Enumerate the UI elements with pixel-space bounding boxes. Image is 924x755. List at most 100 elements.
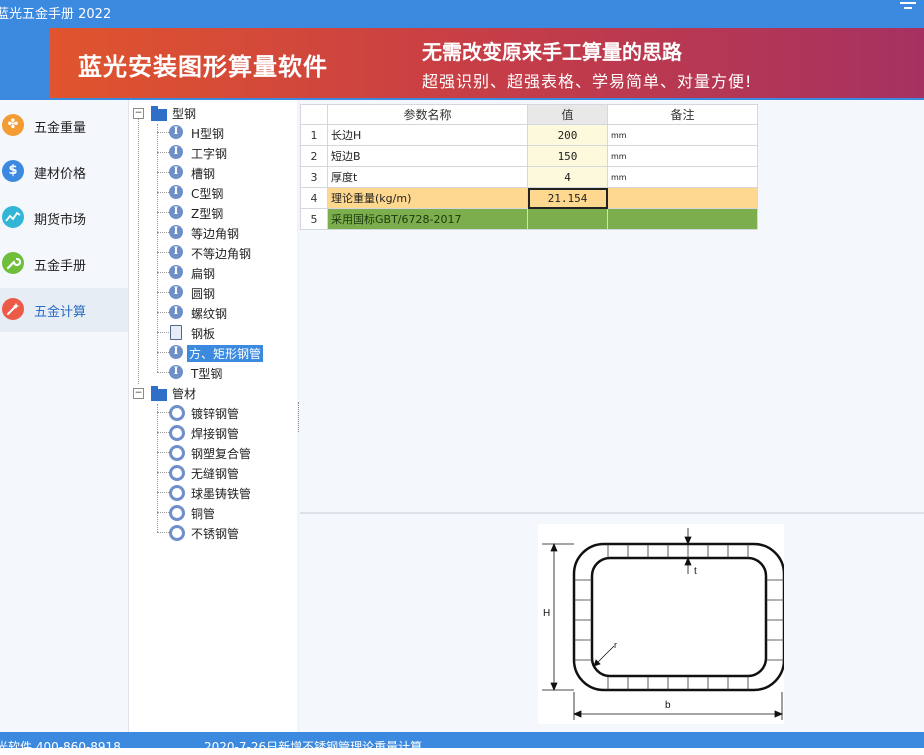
tree-item-copper-pipe[interactable]: 铜管 [189,505,217,522]
group-toggle-section-steel[interactable]: − [133,108,144,119]
clover-icon: ✤ [2,114,24,136]
param-name: 厚度t [327,166,528,188]
i-beam-icon: I [169,345,183,359]
tree-item-z-steel[interactable]: Z型钢 [189,205,225,222]
tree-item-galvanized-pipe[interactable]: 镀锌钢管 [189,405,241,422]
row-number: 5 [300,208,328,230]
pipe-ring-icon [169,505,185,521]
param-value[interactable] [527,208,608,230]
tree-group-pipes[interactable]: 管材 [170,385,198,402]
diagram-pane: H b t r [300,514,924,732]
tree-item-ductile-iron-pipe[interactable]: 球墨铸铁管 [189,485,253,502]
label-t: t [694,566,697,577]
row-number: 1 [300,124,328,146]
row-number: 2 [300,145,328,167]
tree-item-h-beam[interactable]: H型钢 [189,125,226,142]
banner-slogan: 无需改变原来手工算量的思路 [422,40,682,64]
param-value-input[interactable]: 4 [527,166,608,188]
pipe-ring-icon [169,425,185,441]
parameter-table: 参数名称 值 备注 1 长边H 200 mm 2 短边B 150 mm 3 厚度… [300,104,758,230]
pipe-ring-icon [169,525,185,541]
nav-item-hardware-manual[interactable]: 五金手册 [0,242,128,286]
i-beam-icon: I [169,285,183,299]
row-number: 4 [300,187,328,209]
table-header: 参数名称 值 备注 [300,104,758,125]
label-h: H [543,608,550,619]
i-beam-icon: I [169,185,183,199]
label-r: r [614,640,617,650]
table-row[interactable]: 2 短边B 150 mm [300,145,758,167]
col-header-value[interactable]: 值 [527,104,608,125]
tree-item-stainless-pipe[interactable]: 不锈钢管 [189,525,241,542]
table-row[interactable]: 1 长边H 200 mm [300,124,758,146]
tree-item-i-beam[interactable]: 工字钢 [189,145,229,162]
nav-label: 五金计算 [34,305,87,320]
title-bar: 蓝光五金手册 2022 [0,0,924,22]
plate-icon [170,325,182,340]
col-header-note[interactable]: 备注 [607,104,758,125]
tree-item-unequal-angle[interactable]: 不等边角钢 [189,245,253,262]
param-value-input[interactable]: 150 [527,145,608,167]
result-value-cell[interactable]: 21.154 [527,187,608,209]
parameter-grid-pane: 参数名称 值 备注 1 长边H 200 mm 2 短边B 150 mm 3 厚度… [300,100,924,512]
param-name: 采用国标GBT/6728-2017 [327,208,528,230]
tree-item-channel[interactable]: 槽钢 [189,165,217,182]
i-beam-icon: I [169,365,183,379]
param-value-input[interactable]: 200 [527,124,608,146]
banner-subtitle: 超强识别、超强表格、学易简单、对量方便! [422,72,753,91]
dollar-icon: $ [2,160,24,182]
nav-item-material-price[interactable]: $ 建材价格 [0,150,128,194]
tree-item-equal-angle[interactable]: 等边角钢 [189,225,241,242]
param-note [607,208,758,230]
left-nav: ✤ 五金重量 $ 建材价格 期货市场 五金手册 五金计算 [0,100,129,732]
tree-group-section-steel[interactable]: 型钢 [170,105,198,122]
banner-product: 蓝光安装图形算量软件 [78,53,328,81]
banner-area: 蓝光安装图形算量软件 无需改变原来手工算量的思路 超强识别、超强表格、学易简单、… [0,22,924,100]
tree-item-steel-plastic-pipe[interactable]: 钢塑复合管 [189,445,253,462]
i-beam-icon: I [169,145,183,159]
nav-item-hardware-weight[interactable]: ✤ 五金重量 [0,104,128,148]
tree-item-t-steel[interactable]: T型钢 [189,365,224,382]
table-row-standard[interactable]: 5 采用国标GBT/6728-2017 [300,208,758,230]
tree-item-c-steel[interactable]: C型钢 [189,185,225,202]
col-header-name[interactable]: 参数名称 [327,104,528,125]
i-beam-icon: I [169,205,183,219]
i-beam-icon: I [169,265,183,279]
folder-icon [151,106,167,121]
menu-icon[interactable] [900,2,916,16]
tree-item-seamless-pipe[interactable]: 无缝钢管 [189,465,241,482]
param-note: mm [607,166,758,188]
magic-wand-icon [2,298,24,320]
nav-label: 期货市场 [34,213,87,228]
table-row-result[interactable]: 4 理论重量(kg/m) 21.154 [300,187,758,209]
param-name: 长边H [327,124,528,146]
table-row[interactable]: 3 厚度t 4 mm [300,166,758,188]
param-note: mm [607,124,758,146]
pipe-ring-icon [169,485,185,501]
param-note [607,187,758,209]
trend-line-icon [2,206,24,228]
group-toggle-pipes[interactable]: − [133,388,144,399]
rect-tube-diagram: H b t r [542,528,786,720]
pipe-ring-icon [169,405,185,421]
nav-item-hardware-calc[interactable]: 五金计算 [0,288,128,332]
tree-item-steel-plate[interactable]: 钢板 [189,325,217,342]
pipe-ring-icon [169,465,185,481]
wrench-icon [2,252,24,274]
ad-banner[interactable]: 蓝光安装图形算量软件 无需改变原来手工算量的思路 超强识别、超强表格、学易简单、… [50,28,924,98]
tree-item-welded-pipe[interactable]: 焊接钢管 [189,425,241,442]
nav-label: 建材价格 [34,167,87,182]
nav-item-futures-market[interactable]: 期货市场 [0,196,128,240]
status-news[interactable]: 2020-7-26日新增不锈钢管理论重量计算 [204,738,422,755]
folder-icon [151,386,167,401]
i-beam-icon: I [169,245,183,259]
param-name: 短边B [327,145,528,167]
i-beam-icon: I [169,125,183,139]
label-b: b [665,700,671,711]
tree-item-round-steel[interactable]: 圆钢 [189,285,217,302]
tree-item-flat-steel[interactable]: 扁钢 [189,265,217,282]
tree-item-rect-tube[interactable]: 方、矩形钢管 [187,345,264,362]
tree-item-rebar[interactable]: 螺纹钢 [189,305,229,322]
pipe-ring-icon [169,445,185,461]
param-name: 理论重量(kg/m) [327,187,528,209]
